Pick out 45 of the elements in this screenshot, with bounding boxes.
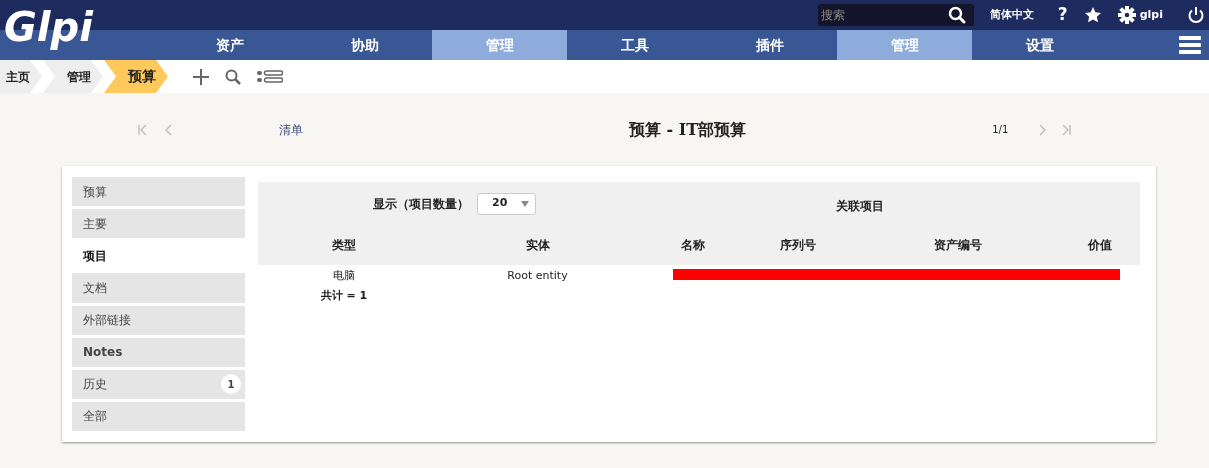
total-count: 共计 = 1 — [320, 289, 368, 302]
tab[interactable]: 外部链接 — [72, 305, 245, 335]
menu-tab[interactable]: 工具 — [567, 30, 702, 60]
gear-icon[interactable] — [1117, 6, 1136, 24]
page-counter: 1/1 — [992, 123, 1009, 137]
column-header: 价值 — [1088, 238, 1113, 252]
help-link[interactable]: ? — [1057, 2, 1068, 28]
menu-tab[interactable]: 设置 — [972, 30, 1107, 60]
record-title: 预算 - IT部预算 — [629, 118, 747, 141]
table-cell: Root entity — [507, 268, 568, 282]
power-icon[interactable] — [1187, 6, 1205, 24]
column-header: 实体 — [525, 238, 550, 252]
column-header: 资产编号 — [933, 238, 982, 252]
star-icon[interactable] — [1083, 6, 1102, 24]
menu-tab[interactable]: 协助 — [297, 30, 432, 60]
tab[interactable]: 历史 1 — [72, 369, 245, 399]
breadcrumb-item[interactable]: 管理 — [43, 60, 103, 93]
menu-tab[interactable]: 插件 — [702, 30, 837, 60]
menu-icon[interactable] — [1179, 35, 1201, 55]
search-box[interactable]: 搜索 — [817, 4, 974, 26]
logo[interactable]: Glpi — [4, 2, 93, 52]
count-badge: 1 — [221, 374, 241, 395]
tab[interactable]: 文档 — [72, 273, 245, 303]
tab[interactable]: 全部 — [72, 401, 245, 431]
dropdown-caret-icon — [521, 200, 529, 207]
list-icon[interactable] — [257, 69, 283, 84]
tab[interactable]: 主要 — [72, 209, 245, 239]
tab[interactable]: Notes — [72, 337, 245, 367]
breadcrumb-item[interactable]: 主页 — [0, 60, 42, 93]
search-field[interactable]: 搜索 — [817, 6, 948, 24]
table-cell: 电脑 — [333, 268, 355, 282]
menu-tab[interactable]: 资产 — [162, 30, 297, 60]
column-header: 类型 — [332, 238, 356, 252]
tab[interactable]: 预算 — [72, 177, 245, 207]
breadcrumb-item[interactable]: 预算 — [104, 60, 168, 93]
user-link[interactable]: glpi — [1139, 6, 1163, 24]
column-header: 序列号 — [779, 238, 816, 252]
table-caption: 关联项目 — [836, 199, 885, 213]
column-header: 名称 — [680, 238, 705, 252]
add-icon[interactable] — [193, 68, 209, 85]
language-link[interactable]: 简体中文 — [989, 6, 1034, 24]
page-size-select[interactable]: 20 — [477, 192, 536, 215]
list-link[interactable]: 清单 — [279, 120, 303, 139]
display-label: 显示（项目数量） — [373, 195, 469, 213]
search-icon[interactable] — [947, 6, 966, 24]
